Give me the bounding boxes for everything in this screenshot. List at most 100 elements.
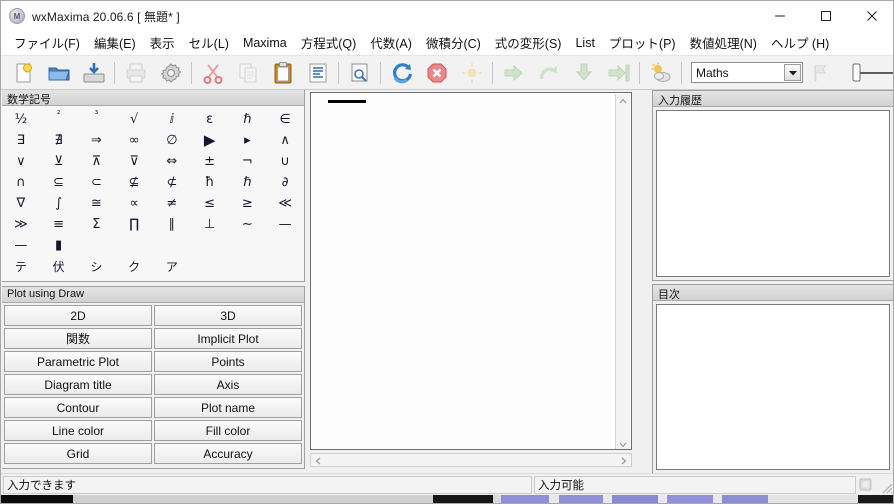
- math-symbol-button[interactable]: ħ: [191, 172, 229, 193]
- new-document-icon[interactable]: [6, 57, 41, 89]
- math-symbol-button[interactable]: ±: [191, 151, 229, 172]
- math-symbol-button[interactable]: ∥: [153, 214, 191, 235]
- minimize-button[interactable]: [757, 1, 803, 31]
- math-symbol-button[interactable]: ⊽: [115, 151, 153, 172]
- math-symbol-button[interactable]: ∨: [2, 151, 40, 172]
- draw-btn-accuracy[interactable]: Accuracy: [154, 443, 302, 464]
- menu-simplify[interactable]: 式の変形(S): [488, 31, 569, 55]
- menu-view[interactable]: 表示: [143, 31, 182, 55]
- input-history-list[interactable]: [656, 110, 890, 277]
- math-symbol-button[interactable]: ▸: [229, 130, 267, 151]
- math-symbol-button[interactable]: ≡: [40, 214, 78, 235]
- math-symbol-button[interactable]: ∧: [266, 130, 304, 151]
- resize-grip[interactable]: [877, 478, 893, 494]
- draw-btn-implicit-plot[interactable]: Implicit Plot: [154, 328, 302, 349]
- draw-btn-points[interactable]: Points: [154, 351, 302, 372]
- menu-algebra[interactable]: 代数(A): [363, 31, 419, 55]
- text-style-combo[interactable]: Maths: [691, 62, 803, 83]
- math-symbol-button[interactable]: ▮: [40, 235, 78, 256]
- math-symbol-button[interactable]: ∂: [266, 172, 304, 193]
- worksheet-vertical-scrollbar[interactable]: [615, 94, 630, 449]
- math-symbol-button[interactable]: ∩: [2, 172, 40, 193]
- draw-btn-3d[interactable]: 3D: [154, 305, 302, 326]
- math-symbol-button[interactable]: ∃: [2, 130, 40, 151]
- table-of-contents-list[interactable]: [656, 304, 890, 470]
- math-symbol-button[interactable]: ¬: [229, 151, 267, 172]
- menu-calculus[interactable]: 微積分(C): [419, 31, 488, 55]
- save-icon[interactable]: [76, 57, 111, 89]
- math-symbol-button[interactable]: ∞: [115, 130, 153, 151]
- close-button[interactable]: [849, 1, 893, 31]
- menu-numeric[interactable]: 数値処理(N): [683, 31, 764, 55]
- evaluate-sun-icon[interactable]: [454, 57, 489, 89]
- interrupt-stop-icon[interactable]: [419, 57, 454, 89]
- draw-btn-function[interactable]: 関数: [4, 328, 152, 349]
- worksheet-canvas[interactable]: [310, 92, 632, 450]
- math-symbol-button[interactable]: ∅: [153, 130, 191, 151]
- math-symbol-button[interactable]: —: [2, 235, 40, 256]
- math-symbol-button[interactable]: ≅: [78, 193, 116, 214]
- math-symbol-button[interactable]: Σ: [78, 214, 116, 235]
- math-symbol-button[interactable]: ⊈: [115, 172, 153, 193]
- math-symbol-button[interactable]: ≥: [229, 193, 267, 214]
- math-symbol-button[interactable]: ▶: [191, 130, 229, 151]
- math-symbol-button[interactable]: ≫: [2, 214, 40, 235]
- select-all-icon[interactable]: [300, 57, 335, 89]
- math-symbol-button[interactable]: ≪: [266, 193, 304, 214]
- draw-btn-axis[interactable]: Axis: [154, 374, 302, 395]
- draw-btn-grid[interactable]: Grid: [4, 443, 152, 464]
- menu-help[interactable]: ヘルプ (H): [764, 31, 836, 55]
- find-replace-icon[interactable]: [342, 57, 377, 89]
- open-folder-icon[interactable]: [41, 57, 76, 89]
- math-symbol-button[interactable]: ⊄: [153, 172, 191, 193]
- menu-list[interactable]: List: [568, 34, 601, 53]
- menu-maxima[interactable]: Maxima: [236, 34, 294, 53]
- math-symbol-button[interactable]: ⊆: [40, 172, 78, 193]
- math-symbol-button[interactable]: ∇: [2, 193, 40, 214]
- flag-icon[interactable]: [803, 57, 838, 89]
- scroll-down-icon[interactable]: [616, 438, 630, 449]
- math-symbol-button[interactable]: ≤: [191, 193, 229, 214]
- draw-btn-line-color[interactable]: Line color: [4, 420, 152, 441]
- math-symbol-button[interactable]: ア: [153, 256, 191, 277]
- math-symbol-button[interactable]: ⊂: [78, 172, 116, 193]
- scroll-up-icon[interactable]: [616, 94, 630, 108]
- draw-btn-fill-color[interactable]: Fill color: [154, 420, 302, 441]
- math-symbol-button[interactable]: ⅈ: [153, 109, 191, 130]
- scroll-left-icon[interactable]: [311, 454, 325, 468]
- math-symbol-button[interactable]: ∄: [40, 130, 78, 151]
- math-symbol-button[interactable]: ∼: [229, 214, 267, 235]
- scroll-right-icon[interactable]: [617, 454, 631, 468]
- draw-btn-2d[interactable]: 2D: [4, 305, 152, 326]
- math-symbol-button[interactable]: ∏: [115, 214, 153, 235]
- print-icon[interactable]: [118, 57, 153, 89]
- draw-btn-contour[interactable]: Contour: [4, 397, 152, 418]
- menu-plot[interactable]: プロット(P): [602, 31, 683, 55]
- draw-btn-plot-name[interactable]: Plot name: [154, 397, 302, 418]
- paste-clipboard-icon[interactable]: [265, 57, 300, 89]
- math-symbol-button[interactable]: 伏: [40, 256, 78, 277]
- menu-cell[interactable]: セル(L): [182, 31, 236, 55]
- math-symbol-button[interactable]: ⇔: [153, 151, 191, 172]
- math-symbol-button[interactable]: ⇒: [78, 130, 116, 151]
- math-symbol-button[interactable]: ℏ: [229, 172, 267, 193]
- cut-scissors-icon[interactable]: [195, 57, 230, 89]
- math-symbol-button[interactable]: ク: [115, 256, 153, 277]
- math-symbol-button[interactable]: —: [266, 214, 304, 235]
- math-symbol-button[interactable]: ∫: [40, 193, 78, 214]
- math-symbol-button[interactable]: ²: [40, 109, 78, 130]
- math-symbol-button[interactable]: ⊻: [40, 151, 78, 172]
- math-symbol-button[interactable]: ∈: [266, 109, 304, 130]
- menu-file[interactable]: ファイル(F): [7, 31, 87, 55]
- draw-btn-parametric-plot[interactable]: Parametric Plot: [4, 351, 152, 372]
- math-symbol-button[interactable]: ⊥: [191, 214, 229, 235]
- math-symbol-button[interactable]: ∪: [266, 151, 304, 172]
- math-symbol-button[interactable]: ℏ: [229, 109, 267, 130]
- evaluate-all-down-icon[interactable]: [566, 57, 601, 89]
- draw-btn-diagram-title[interactable]: Diagram title: [4, 374, 152, 395]
- copy-icon[interactable]: [230, 57, 265, 89]
- animation-suncloud-icon[interactable]: [643, 57, 678, 89]
- restart-maxima-icon[interactable]: [384, 57, 419, 89]
- worksheet-horizontal-scrollbar[interactable]: [310, 453, 632, 467]
- math-symbol-button[interactable]: ∝: [115, 193, 153, 214]
